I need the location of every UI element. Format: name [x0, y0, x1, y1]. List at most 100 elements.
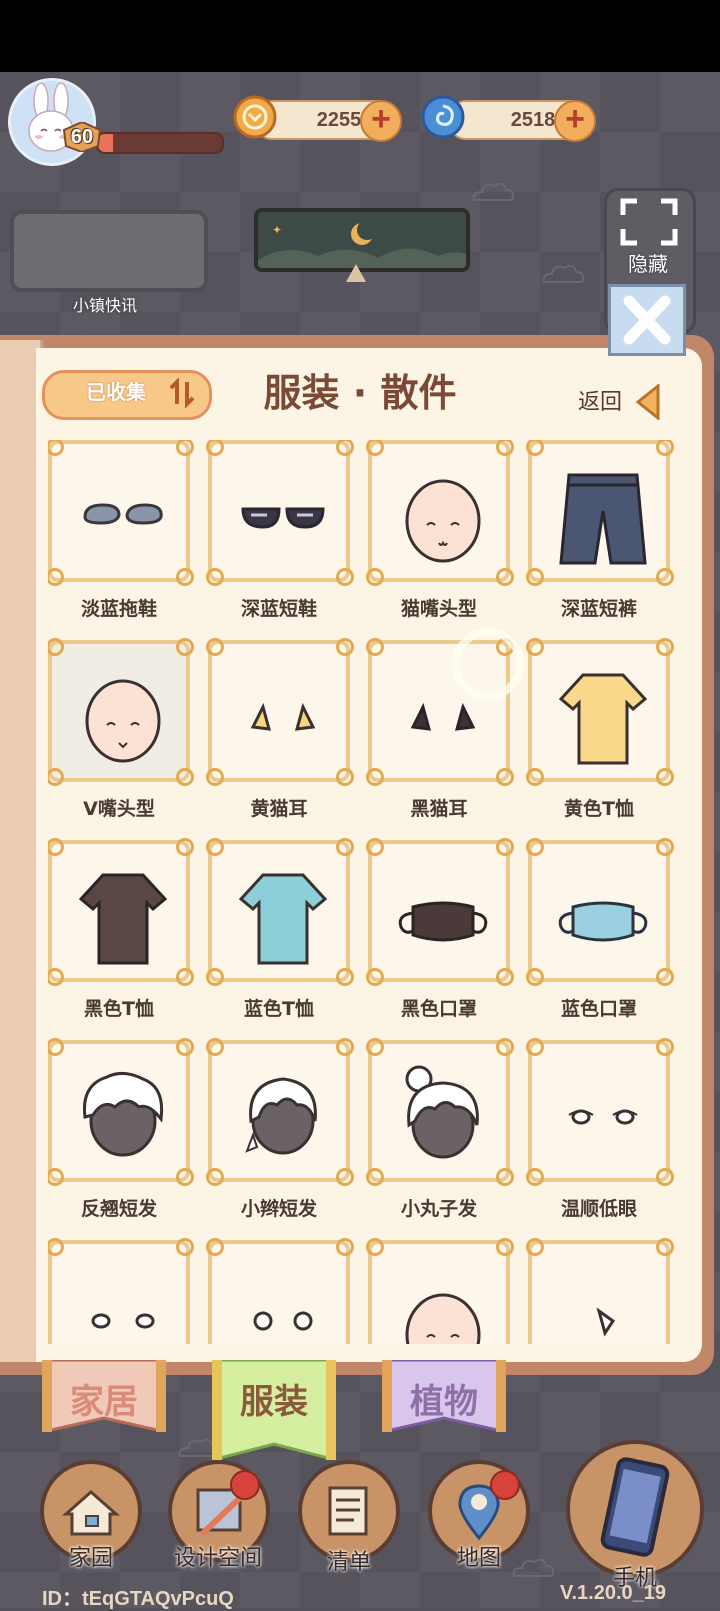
- card-corner-ornament: [366, 638, 384, 656]
- close-panel-button[interactable]: [608, 284, 686, 356]
- card-corner-ornament: [526, 768, 544, 786]
- item-cell[interactable]: 小丸子发: [366, 1038, 518, 1232]
- item-cell[interactable]: 温顺低眼: [526, 1038, 678, 1232]
- time-pointer: [346, 264, 366, 282]
- swirl-gem-icon: [421, 95, 465, 139]
- item-cell[interactable]: 淡蓝拖鞋: [48, 440, 198, 632]
- blue-mask-icon: [558, 901, 648, 942]
- item-card[interactable]: [366, 838, 514, 986]
- item-cell[interactable]: 黄色T恤: [526, 638, 678, 832]
- item-cell[interactable]: 蓝色T恤: [206, 838, 358, 1032]
- item-cell[interactable]: 猫嘴头型: [366, 440, 518, 632]
- item-card[interactable]: [366, 1238, 514, 1344]
- item-cell[interactable]: 黑色T恤: [48, 838, 198, 1032]
- item-cell[interactable]: 蓝色口罩: [526, 838, 678, 1032]
- card-corner-ornament: [176, 1238, 194, 1256]
- card-corner-ornament: [656, 838, 674, 856]
- card-corner-ornament: [656, 1038, 674, 1056]
- item-card[interactable]: [526, 1238, 674, 1344]
- card-corner-ornament: [48, 1038, 64, 1056]
- back-button[interactable]: 返回: [578, 384, 622, 416]
- item-card[interactable]: [526, 440, 674, 586]
- item-card[interactable]: [206, 440, 354, 586]
- item-card[interactable]: [206, 838, 354, 986]
- item-cell[interactable]: 黑色口罩: [366, 838, 518, 1032]
- eyes-icon: [91, 1313, 155, 1329]
- back-arrow-icon: [635, 384, 660, 420]
- item-label: 深蓝短裤: [560, 598, 637, 620]
- item-cell[interactable]: 小辫短发: [206, 1038, 358, 1232]
- card-corner-ornament: [48, 568, 64, 586]
- card-corner-ornament: [48, 838, 64, 856]
- add-coin-button[interactable]: +: [360, 100, 402, 142]
- item-label: 黄猫耳: [250, 798, 308, 820]
- card-corner-ornament: [336, 440, 354, 456]
- item-cell[interactable]: [206, 1238, 358, 1344]
- item-cell[interactable]: [48, 1238, 198, 1344]
- card-corner-ornament: [366, 568, 384, 586]
- nav-map-label: 地图: [456, 1546, 501, 1571]
- tab-clothing-label: 服装: [240, 1382, 308, 1422]
- item-cell[interactable]: 反翘短发: [48, 1038, 198, 1232]
- card-corner-ornament: [496, 1238, 514, 1256]
- card-corner-ornament: [206, 1168, 224, 1186]
- item-card[interactable]: [48, 1038, 194, 1186]
- item-card[interactable]: [48, 638, 194, 786]
- nav-checklist-label: 清单: [326, 1550, 371, 1575]
- item-card[interactable]: [366, 440, 514, 586]
- head-icon: [405, 1293, 481, 1344]
- card-corner-ornament: [176, 838, 194, 856]
- tab-home-decor[interactable]: 家居: [42, 1360, 166, 1432]
- item-card[interactable]: [366, 1038, 514, 1186]
- nav-phone[interactable]: [566, 1440, 704, 1578]
- item-card[interactable]: [526, 838, 674, 986]
- card-corner-ornament: [206, 968, 224, 986]
- flipped-short-hair-icon: [82, 1072, 164, 1157]
- gentle-low-eyes-icon: [568, 1109, 638, 1125]
- cloud-icon: [542, 264, 585, 283]
- item-label: 蓝色T恤: [244, 998, 314, 1020]
- card-corner-ornament: [206, 638, 224, 656]
- level-progress-bar: [96, 132, 224, 154]
- town-news-panel[interactable]: [10, 210, 208, 292]
- coin-icon: [233, 95, 277, 139]
- town-news-label: 小镇快讯: [72, 296, 137, 315]
- item-card[interactable]: [48, 1238, 194, 1344]
- item-cell[interactable]: 黄猫耳: [206, 638, 358, 832]
- tab-clothing[interactable]: 服装: [212, 1360, 336, 1460]
- item-card[interactable]: [48, 440, 194, 586]
- item-cell[interactable]: [526, 1238, 678, 1344]
- card-corner-ornament: [496, 838, 514, 856]
- card-corner-ornament: [526, 1238, 544, 1256]
- card-corner-ornament: [366, 768, 384, 786]
- add-gem-button[interactable]: +: [554, 100, 596, 142]
- night-sky-icon: ✦: [258, 212, 466, 268]
- card-corner-ornament: [336, 638, 354, 656]
- item-card[interactable]: [206, 638, 354, 786]
- item-cell[interactable]: [366, 1238, 518, 1344]
- item-card[interactable]: [206, 1238, 354, 1344]
- dark-blue-shoes-icon: [241, 507, 325, 529]
- yellow-cat-ears-icon: [250, 702, 316, 731]
- black-tshirt-icon: [78, 873, 168, 965]
- item-card[interactable]: [206, 1038, 354, 1186]
- card-corner-ornament: [48, 968, 64, 986]
- item-card[interactable]: [526, 1038, 674, 1186]
- item-cell[interactable]: 深蓝短裤: [526, 440, 678, 632]
- item-card[interactable]: [526, 638, 674, 786]
- item-cell[interactable]: 深蓝短鞋: [206, 440, 358, 632]
- item-label: 温顺低眼: [560, 1198, 637, 1220]
- cat-mouth-head-icon: [405, 479, 481, 563]
- item-label: 黑色口罩: [400, 998, 477, 1020]
- card-corner-ornament: [176, 1038, 194, 1056]
- tab-plants[interactable]: 植物: [382, 1360, 506, 1432]
- card-corner-ornament: [656, 638, 674, 656]
- item-label: 猫嘴头型: [400, 598, 477, 620]
- item-label: 黑色T恤: [84, 998, 154, 1020]
- item-cell[interactable]: V嘴头型: [48, 638, 198, 832]
- card-corner-ornament: [336, 1238, 354, 1256]
- card-corner-ornament: [206, 1238, 224, 1256]
- fullscreen-icon: [620, 198, 678, 246]
- item-card[interactable]: [48, 838, 194, 986]
- sort-arrows-icon: [169, 378, 195, 408]
